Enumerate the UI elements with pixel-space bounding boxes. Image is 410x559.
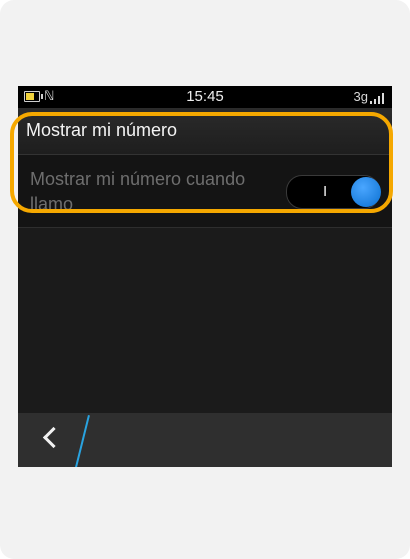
chevron-left-icon xyxy=(42,426,65,449)
signal-bars-icon xyxy=(370,92,386,104)
setting-row-show-number[interactable]: Mostrar mi número cuando llamo I xyxy=(18,155,392,228)
bottom-action-bar xyxy=(18,413,392,467)
status-clock: 15:45 xyxy=(186,88,224,105)
status-bar: ℕ 15:45 3g xyxy=(18,86,392,108)
phone-screen: ℕ 15:45 3g Mostrar mi número Mostrar mi … xyxy=(18,86,392,467)
show-number-toggle[interactable]: I xyxy=(286,175,381,209)
setting-label: Mostrar mi número cuando llamo xyxy=(30,169,246,214)
toggle-knob[interactable] xyxy=(351,177,381,207)
page-header: Mostrar mi número xyxy=(18,108,392,155)
network-type: 3g xyxy=(353,89,368,104)
toggle-on-label: I xyxy=(323,183,328,200)
page-title: Mostrar mi número xyxy=(26,120,178,140)
